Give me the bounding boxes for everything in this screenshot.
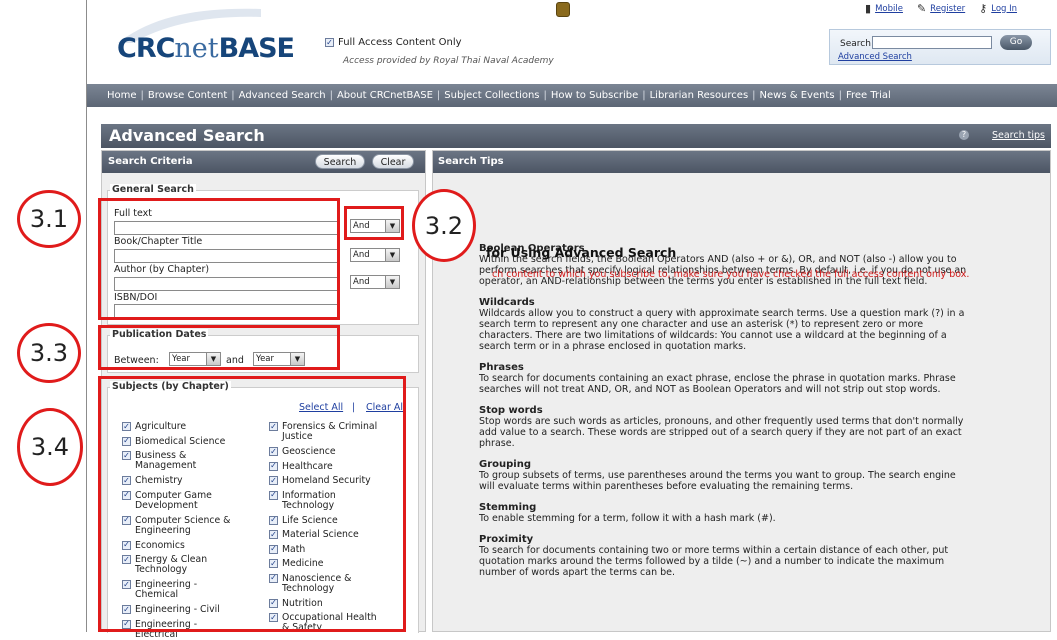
main-nav: Home | Browse Content | Advanced Search | A…	[87, 84, 1057, 107]
tips-section-text: phrase.	[479, 438, 515, 449]
nav-librarian-resources[interactable]: Librarian Resources	[646, 90, 753, 101]
clear-button[interactable]: Clear	[372, 154, 414, 169]
tips-section-text: number of words apart the terms can be.	[479, 567, 676, 578]
annotation-box-3-2	[344, 206, 404, 240]
title-operator-select[interactable]: And ▼	[350, 248, 400, 262]
chevron-down-icon: ▼	[385, 249, 399, 261]
advanced-search-link[interactable]: Advanced Search	[838, 52, 912, 62]
nav-news-events[interactable]: News & Events	[756, 90, 839, 101]
search-label: Search	[840, 39, 871, 49]
nav-browse-content[interactable]: Browse Content	[144, 90, 231, 101]
annotation-box-3-1	[98, 198, 340, 320]
full-access-toggle[interactable]: ✓ Full Access Content Only	[325, 37, 462, 48]
tips-section-heading: Stop words	[479, 405, 543, 416]
nav-about[interactable]: About CRCnetBASE	[333, 90, 437, 101]
help-icon[interactable]: ?	[959, 130, 969, 140]
tips-section-text: To enable stemming for a term, follow it…	[479, 513, 776, 524]
tips-section-heading: Wildcards	[479, 297, 535, 308]
tips-section-text: searches will not treat AND, OR, and NOT…	[479, 384, 941, 395]
search-tips-panel: Search Tips Boolean Operators Within the …	[432, 150, 1051, 632]
general-search-legend: General Search	[110, 184, 196, 195]
nav-advanced-search[interactable]: Advanced Search	[235, 90, 330, 101]
tips-title: for Using Advanced Search	[486, 245, 677, 260]
tips-note: ch content to which you subscribe to, ma…	[492, 269, 970, 280]
search-tips-header: Search Tips	[433, 151, 1050, 173]
register-link[interactable]: ✎ Register	[917, 2, 965, 15]
annotation-box-3-3	[98, 325, 340, 370]
nav-subject-collections[interactable]: Subject Collections	[440, 90, 543, 101]
tips-section-text: quotation marks around the terms followe…	[479, 556, 945, 567]
tips-section-text: Wildcards allow you to construct a query…	[479, 308, 965, 319]
quick-search-input[interactable]	[872, 36, 992, 49]
checkbox-checked-icon[interactable]: ✓	[325, 38, 334, 47]
annotation-badge-3-3: 3.3	[17, 323, 81, 383]
institution-crest-icon	[556, 2, 570, 17]
tips-section-heading: Grouping	[479, 459, 531, 470]
nav-free-trial[interactable]: Free Trial	[842, 90, 895, 101]
page-title-bar: Advanced Search ? Search tips	[101, 124, 1051, 148]
chevron-down-icon: ▼	[385, 276, 399, 288]
quick-search-box: Search Go Advanced Search	[829, 29, 1051, 65]
search-button[interactable]: Search	[315, 154, 365, 169]
tips-section-heading: Stemming	[479, 502, 537, 513]
tips-section-text: search term to represent any one charact…	[479, 319, 924, 330]
tips-section-heading: Proximity	[479, 534, 534, 545]
login-link[interactable]: ⚷ Log In	[979, 2, 1017, 15]
tips-section-heading: Phrases	[479, 362, 524, 373]
pencil-icon: ✎	[916, 2, 927, 15]
tips-section-text: characters. There are two limitations of…	[479, 330, 947, 341]
go-button[interactable]: Go	[1000, 35, 1032, 50]
nav-how-to-subscribe[interactable]: How to Subscribe	[547, 90, 642, 101]
access-provided-text: Access provided by Royal Thai Naval Acad…	[343, 56, 554, 66]
nav-home[interactable]: Home	[103, 90, 141, 101]
tips-section-text: To search for documents containing an ex…	[479, 373, 956, 384]
tips-section-text: will evaluate terms within parentheses b…	[479, 481, 854, 492]
tips-section-text: search term or in a phrase enclosed in q…	[479, 341, 747, 352]
annotation-badge-3-4: 3.4	[17, 408, 83, 486]
left-margin	[0, 0, 86, 632]
search-criteria-header: Search Criteria Search Clear	[102, 151, 425, 173]
top-links: ▮ Mobile ✎ Register ⚷ Log In	[865, 2, 1017, 15]
page-title: Advanced Search	[109, 126, 265, 145]
tips-section-text: To search for documents containing two o…	[479, 545, 949, 556]
mobile-link[interactable]: ▮ Mobile	[865, 2, 903, 15]
site-logo[interactable]: CRCnetBASE	[117, 33, 295, 64]
key-icon: ⚷	[979, 2, 988, 15]
author-operator-select[interactable]: And ▼	[350, 275, 400, 289]
annotation-box-3-4	[98, 376, 406, 632]
annotation-badge-3-1: 3.1	[17, 190, 81, 248]
tips-section-text: Stop words are such words as articles, p…	[479, 416, 964, 427]
search-tips-link[interactable]: Search tips	[992, 130, 1045, 141]
mobile-icon: ▮	[865, 2, 872, 15]
tips-section-text: To group subsets of terms, use parenthes…	[479, 470, 956, 481]
tips-section-text: add value to a search. These words are s…	[479, 427, 962, 438]
annotation-badge-3-2: 3.2	[412, 189, 476, 262]
